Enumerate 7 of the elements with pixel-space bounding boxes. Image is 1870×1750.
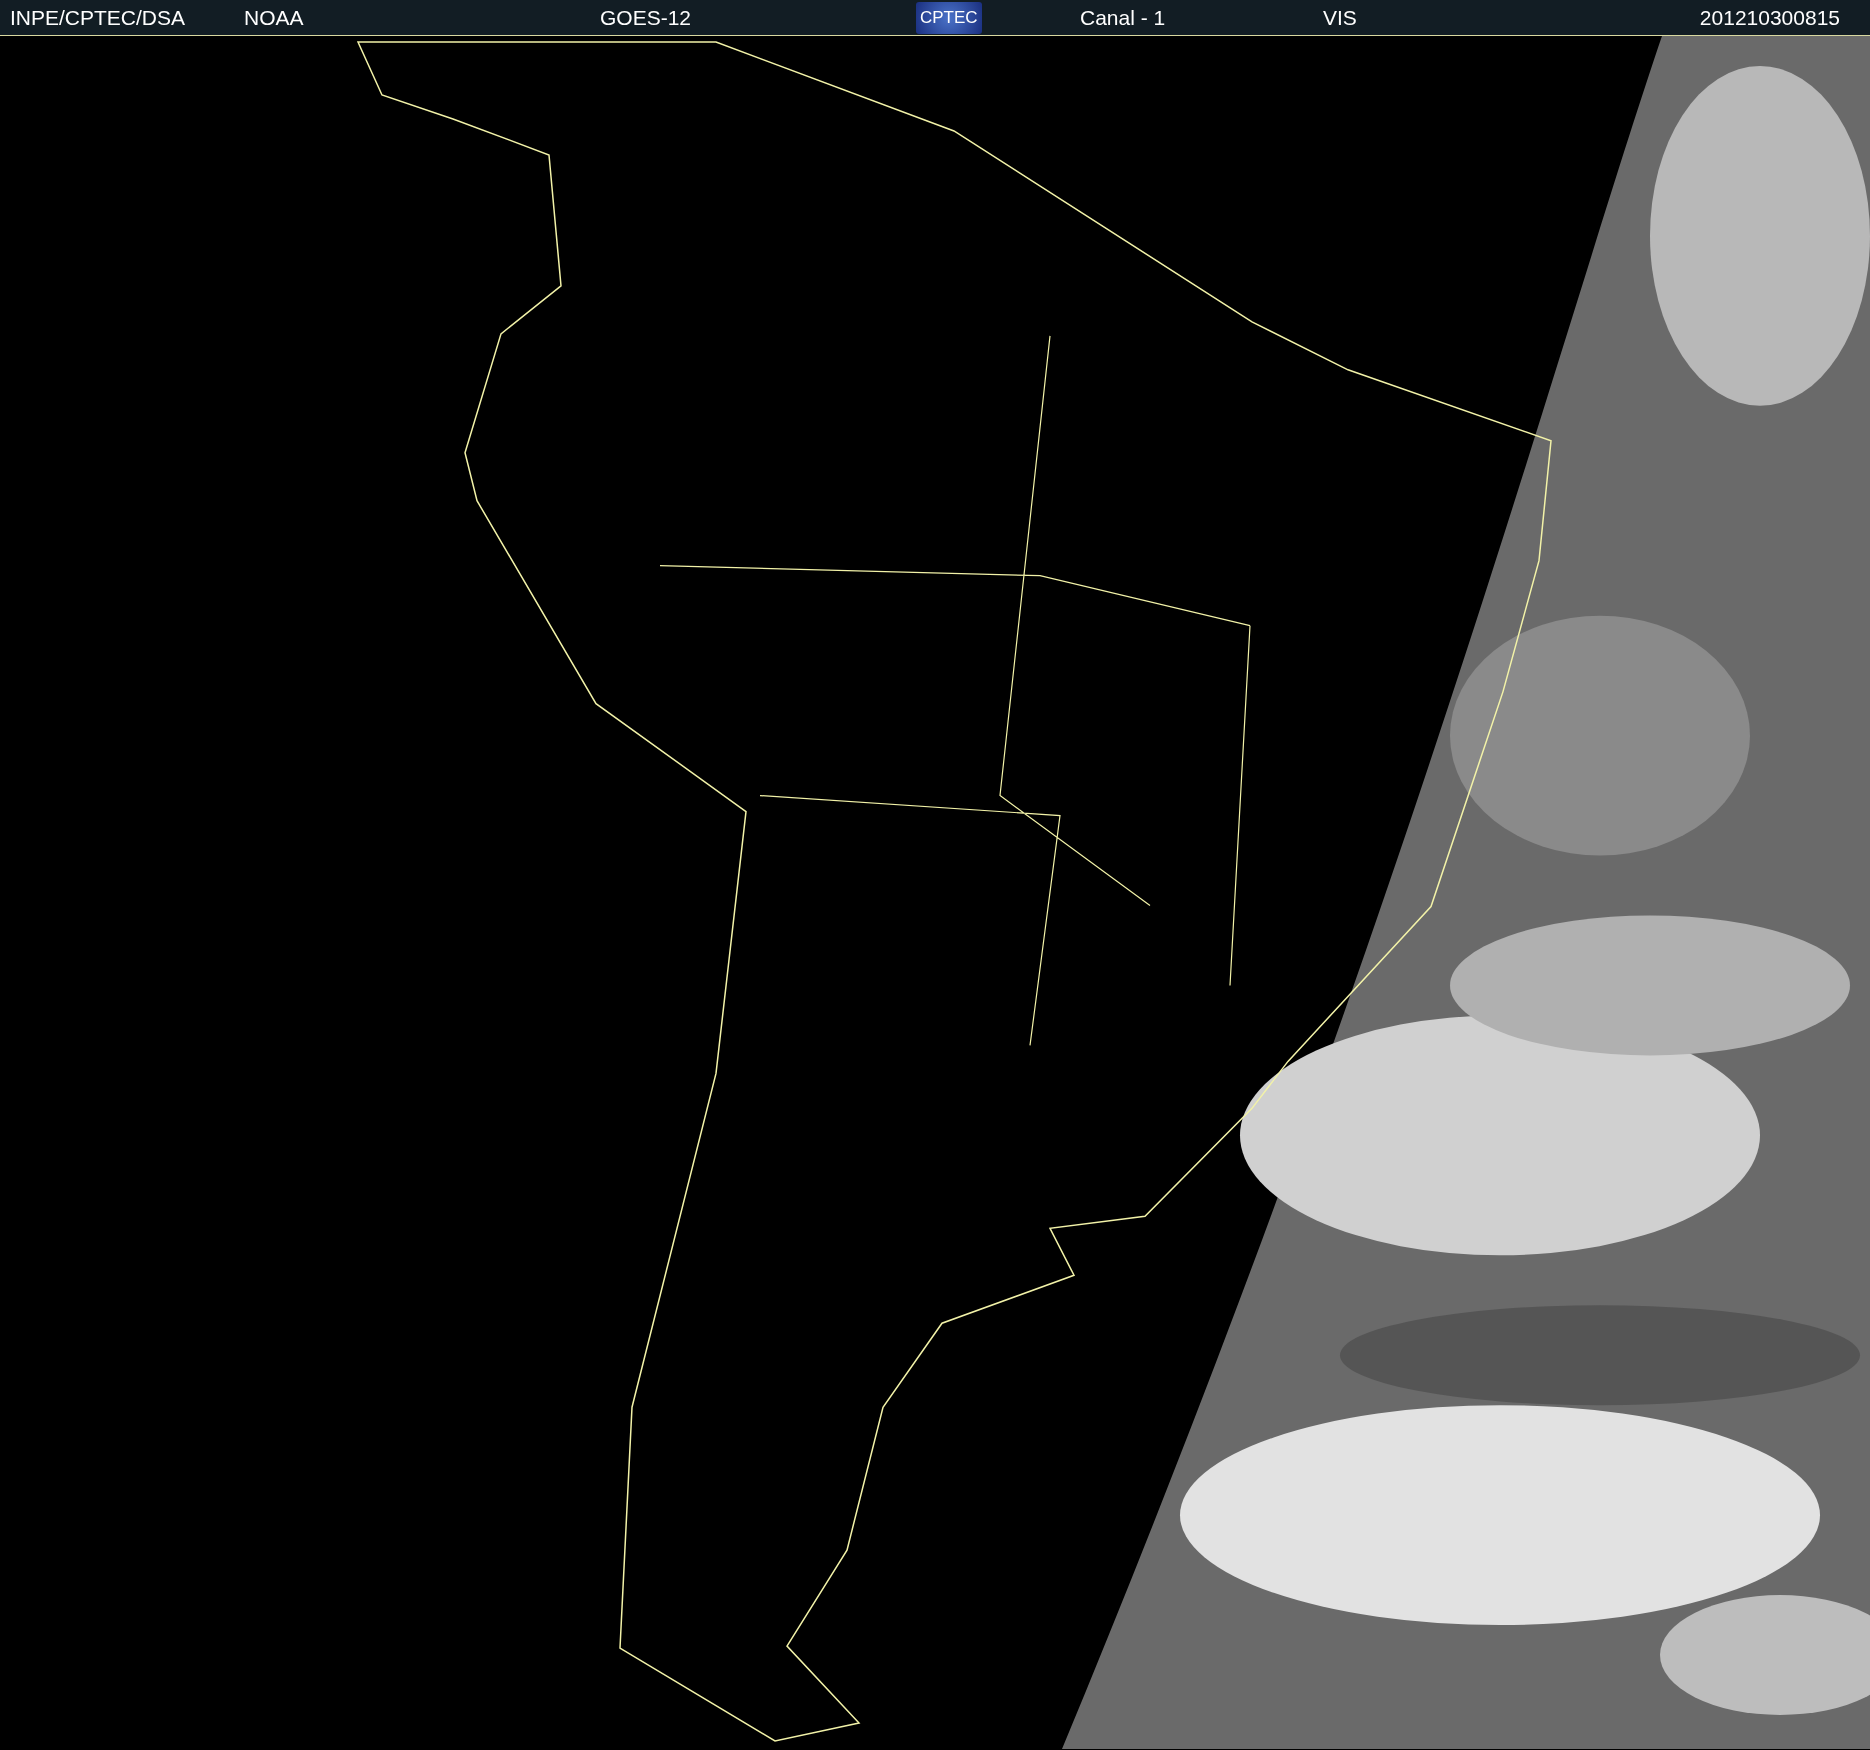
band-label: VIS — [1323, 5, 1357, 30]
agency-label: NOAA — [244, 5, 304, 30]
logo: CPTEC — [916, 1, 982, 34]
source-label: INPE/CPTEC/DSA — [10, 5, 186, 30]
channel-label: Canal - 1 — [1080, 5, 1166, 30]
timestamp-label: 201210300815 — [1699, 5, 1840, 30]
satellite-label: GOES-12 — [600, 5, 692, 30]
